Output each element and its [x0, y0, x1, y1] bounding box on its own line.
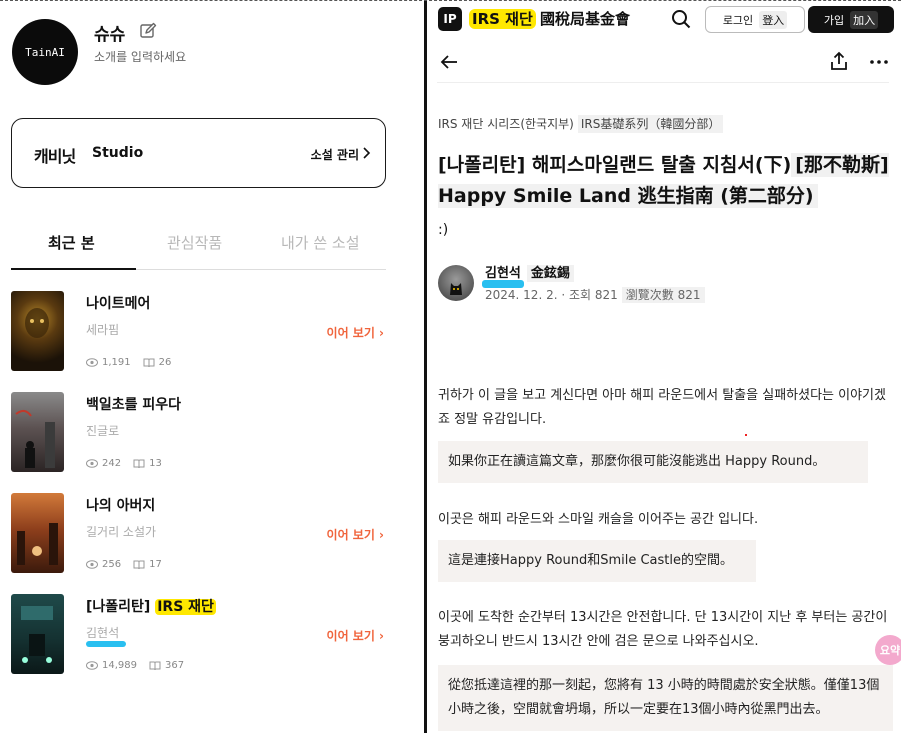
post-panel: IP IRS 재단 國稅局基金會 로그인 登入 가입 加入 IRS 재단 시리즈(한…	[427, 0, 901, 733]
chapter-count: 26	[158, 357, 172, 368]
chevron-right-icon	[363, 147, 371, 159]
book-icon	[149, 661, 161, 670]
author-avatar[interactable]	[438, 265, 474, 301]
novel-title[interactable]: 백일초를 피우다	[86, 394, 181, 414]
chapter-count: 17	[149, 559, 162, 570]
profile-bio[interactable]: 소개를 입력하세요	[94, 48, 186, 65]
library-tabs: 최근 본 관심작품 내가 쓴 소설	[11, 232, 386, 270]
novel-stats: 1,191 26	[86, 357, 171, 368]
eye-icon	[86, 358, 98, 367]
continue-reading-button[interactable]: 이어 보기 ›	[327, 526, 384, 543]
brand-name-chinese: 國稅局基金會	[540, 10, 631, 28]
book-icon	[143, 358, 155, 367]
novel-cover[interactable]	[11, 493, 64, 573]
view-count: 242	[102, 458, 122, 469]
nav-separator	[437, 82, 889, 83]
avatar[interactable]: TainAI	[12, 19, 78, 85]
search-icon[interactable]	[671, 9, 691, 29]
book-icon	[133, 459, 145, 468]
novel-list: 나이트메어 세라핌 이어 보기 › 1,191 26 백일초를 피우다 진글로 …	[11, 291, 386, 695]
post-meta: 2024. 12. 2. · 조회 821 瀏覽次數 821	[485, 286, 705, 303]
list-item[interactable]: [나폴리탄] IRS 재단 김현석 이어 보기 › 14,989 367	[11, 594, 386, 695]
chapter-count: 367	[165, 660, 185, 671]
profile-panel: TainAI 슈슈 소개를 입력하세요 캐비닛 Studio 소설 관리 최근 …	[0, 0, 424, 733]
post-paragraph: 귀하가 이 글을 보고 계신다면 아마 해피 라운드에서 탈출을 실패하셨다는 …	[438, 388, 886, 427]
novel-title[interactable]: [나폴리탄] IRS 재단	[86, 596, 216, 616]
novel-title[interactable]: 나이트메어	[86, 293, 150, 313]
tab-recent[interactable]: 최근 본	[48, 232, 95, 253]
chapter-count: 13	[149, 458, 162, 469]
translation-block: 如果你正在讀這篇文章，那麼你很可能沒能逃出 Happy Round。	[438, 441, 868, 483]
share-icon[interactable]	[829, 51, 849, 71]
post-paragraph: 이곳에 도착한 순간부터 13시간은 안전합니다. 단 13시간이 지난 후 부…	[438, 610, 888, 649]
view-count: 256	[102, 559, 122, 570]
back-arrow-icon[interactable]	[439, 52, 459, 72]
list-item[interactable]: 백일초를 피우다 진글로 242 13	[11, 392, 386, 493]
novel-author: 김현석	[86, 626, 120, 640]
post-paragraph: 이곳은 해피 라운드와 스마일 캐슬을 이어주는 공간 입니다.	[438, 512, 759, 527]
continue-reading-button[interactable]: 이어 보기 ›	[327, 627, 384, 644]
blue-highlight-mark	[86, 641, 126, 647]
continue-reading-button[interactable]: 이어 보기 ›	[327, 324, 384, 341]
highlight-marker: IRS 재단	[155, 599, 216, 615]
studio-logo: 캐비닛	[34, 147, 76, 166]
list-item[interactable]: 나이트메어 세라핌 이어 보기 › 1,191 26	[11, 291, 386, 392]
brand-name[interactable]: IRS 재단	[469, 8, 536, 29]
studio-label: Studio	[92, 145, 144, 161]
novel-cover[interactable]	[11, 392, 64, 472]
site-logo[interactable]: IP	[438, 7, 462, 31]
list-item[interactable]: 나의 아버지 길거리 소설가 이어 보기 › 256 17	[11, 493, 386, 594]
novel-author: 진글로	[86, 424, 120, 438]
tab-my-novels[interactable]: 내가 쓴 소설	[281, 232, 360, 253]
floating-summary-button[interactable]: 요약	[875, 635, 901, 665]
edit-icon[interactable]	[139, 22, 157, 40]
eye-icon	[86, 661, 98, 670]
more-options-icon[interactable]	[869, 52, 889, 72]
novel-stats: 242 13	[86, 458, 162, 469]
profile-name: 슈슈	[94, 25, 126, 45]
novel-author: 길거리 소설가	[86, 525, 157, 539]
post-emoticon: :)	[438, 222, 449, 238]
novel-author: 세라핌	[86, 323, 120, 337]
translation-block: 從您抵達這裡的那一刻起，您將有 13 小時的時間處於安全狀態。僅僅13個小時之後…	[438, 665, 893, 731]
view-count: 1,191	[102, 357, 131, 368]
panel-divider	[424, 0, 427, 733]
top-dashed-border	[0, 0, 901, 1]
translation-block: 這是連接Happy Round和Smile Castle的空間。	[438, 540, 756, 582]
signup-button[interactable]: 가입 加入	[808, 6, 894, 33]
tab-favorites[interactable]: 관심작품	[167, 232, 222, 253]
view-count: 14,989	[102, 660, 137, 671]
series-label[interactable]: IRS 재단 시리즈(한국지부) IRS基礎系列（韓國分部）	[438, 115, 724, 133]
active-tab-indicator	[11, 268, 136, 270]
novel-stats: 14,989 367	[86, 660, 184, 671]
novel-manage-link[interactable]: 소설 관리	[311, 146, 359, 163]
post-title: [나폴리탄] 해피스마일랜드 탈출 지침서(下) [那不勒斯] Happy Smi…	[438, 153, 889, 208]
eye-icon	[86, 459, 98, 468]
novel-stats: 256 17	[86, 559, 162, 570]
author-name[interactable]: 김현석 金鉉錫	[485, 262, 574, 282]
novel-title[interactable]: 나의 아버지	[86, 495, 155, 515]
red-dot	[745, 434, 747, 436]
novel-cover[interactable]	[11, 291, 64, 371]
book-icon	[133, 560, 145, 569]
eye-icon	[86, 560, 98, 569]
login-button[interactable]: 로그인 登入	[705, 6, 805, 33]
studio-card[interactable]: 캐비닛 Studio 소설 관리	[11, 118, 386, 188]
novel-cover[interactable]	[11, 594, 64, 674]
